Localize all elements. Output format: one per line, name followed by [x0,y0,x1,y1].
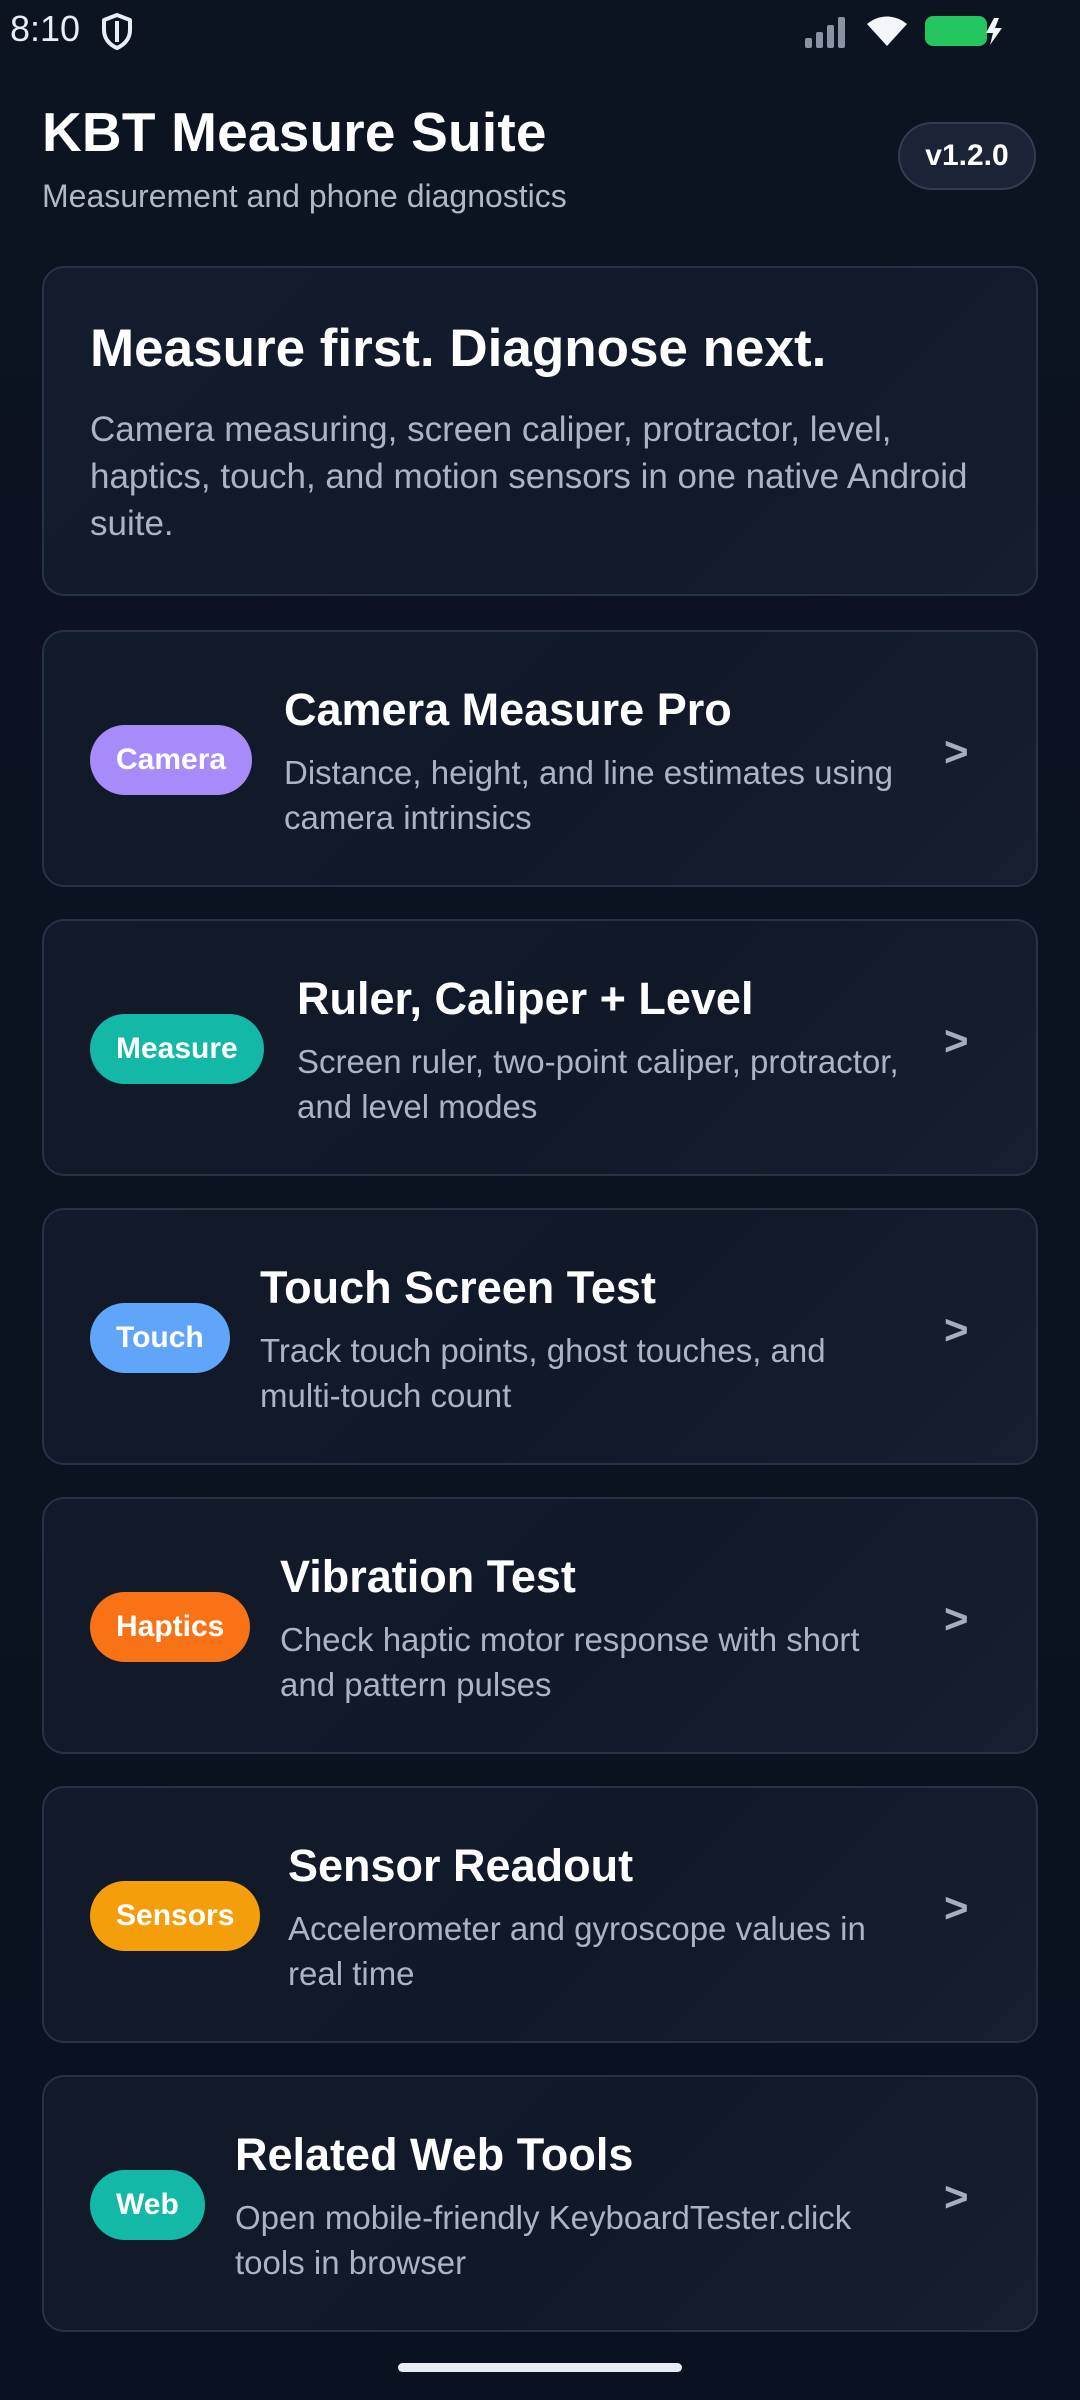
chevron-right-icon: > [944,1306,969,1353]
tool-title: Related Web Tools [235,2129,634,2180]
chevron-right-icon: > [944,2173,969,2220]
tool-title: Ruler, Caliper + Level [297,973,754,1024]
tool-title: Camera Measure Pro [284,684,732,735]
tool-badge-web: Web [90,2170,205,2240]
hero-title: Measure first. Diagnose next. [90,319,827,378]
app-title: KBT Measure Suite [42,101,547,163]
tool-badge-touch: Touch [90,1303,230,1373]
tool-title: Touch Screen Test [260,1262,656,1313]
shield-icon [102,13,132,50]
chevron-right-icon: > [944,1595,969,1642]
tool-badge-haptics: Haptics [90,1592,251,1662]
tool-title: Vibration Test [280,1551,576,1602]
tool-badge-sensors: Sensors [90,1881,261,1951]
chevron-right-icon: > [944,1884,969,1931]
tool-description: Distance, height, and line estimates usi… [284,754,894,836]
home-indicator[interactable] [398,2363,682,2372]
tool-title: Sensor Readout [288,1840,634,1891]
tool-card-camera-measure-pro[interactable]: Camera Camera Measure Pro Distance, heig… [42,630,1038,887]
app-subtitle: Measurement and phone diagnostics [42,178,567,214]
cell-signal-icon [805,17,845,48]
tool-description: Track touch points, ghost touches, and m… [260,1332,826,1414]
tool-badge-camera: Camera [90,725,253,795]
tool-description: Open mobile-friendly KeyboardTester.clic… [235,2199,852,2281]
tool-card-touch-screen-test[interactable]: Touch Touch Screen Test Track touch poin… [42,1208,1038,1465]
wifi-icon [867,16,907,46]
hero-card: Measure first. Diagnose next. Camera mea… [42,266,1038,596]
tool-card-sensor-readout[interactable]: Sensors Sensor Readout Accelerometer and… [42,1786,1038,2043]
tool-card-ruler-caliper-level[interactable]: Measure Ruler, Caliper + Level Screen ru… [42,919,1038,1176]
status-bar: 8:10 [0,0,1080,64]
tool-description: Accelerometer and gyroscope values in re… [288,1910,866,1992]
tool-description: Check haptic motor response with short a… [280,1621,860,1703]
chevron-right-icon: > [944,728,969,775]
status-time: 8:10 [10,8,81,49]
chevron-right-icon: > [944,1017,969,1064]
hero-text: Camera measuring, screen caliper, protra… [90,410,968,543]
tool-card-related-web-tools[interactable]: Web Related Web Tools Open mobile-friend… [42,2075,1038,2332]
version-badge: v1.2.0 [898,122,1036,190]
app-screen: 8:10 KBT Measure Suite Measurement and p… [0,0,1080,2400]
tool-description: Screen ruler, two-point caliper, protrac… [297,1043,899,1125]
tool-badge-measure: Measure [90,1014,264,1084]
battery-charging-icon [925,16,1002,46]
tool-card-vibration-test[interactable]: Haptics Vibration Test Check haptic moto… [42,1497,1038,1754]
